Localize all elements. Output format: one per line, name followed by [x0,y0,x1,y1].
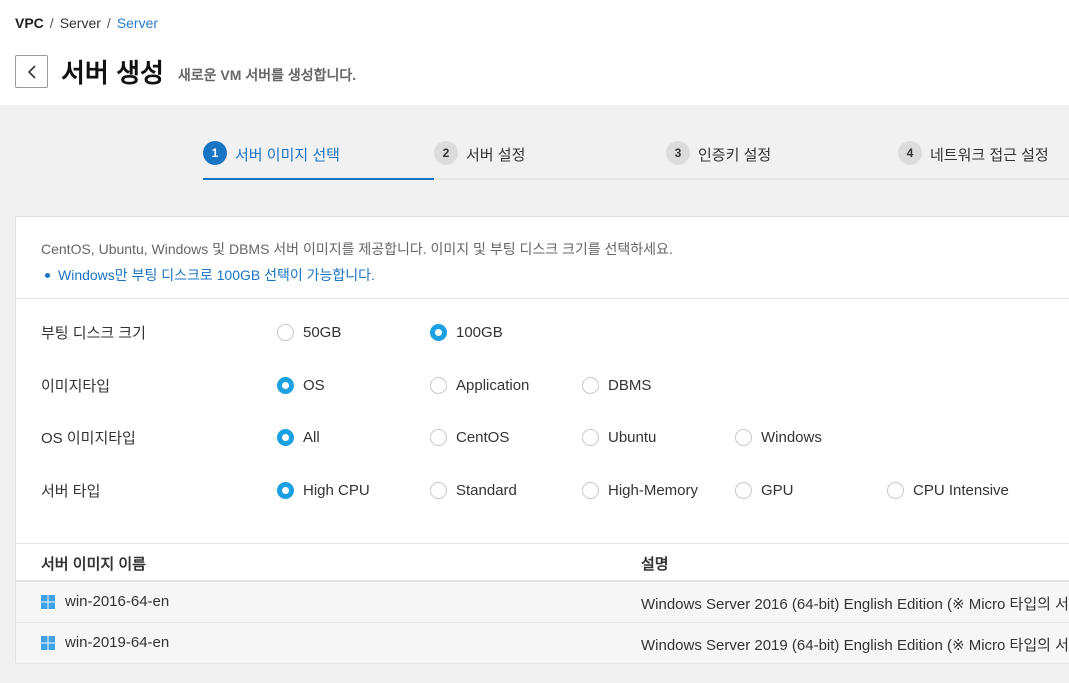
radio-circle[interactable] [277,428,294,446]
table-row[interactable]: win-2016-64-en Windows Server 2016 (64-b… [16,582,1069,623]
radio-high-memory[interactable]: High-Memory [582,481,699,499]
page-subtitle: 새로운 VM 서버를 생성합니다. [177,66,357,83]
radio-application[interactable]: Application [430,376,530,394]
radio-label: Standard [456,481,517,499]
radio-circle[interactable] [430,323,447,341]
server-type-label: 서버 타입 [41,482,101,500]
step-number: 2 [434,141,458,165]
radio-circle[interactable] [735,428,752,446]
windows-icon [41,635,55,650]
breadcrumb-separator: / [106,15,111,31]
radio-centos[interactable]: CentOS [430,428,510,446]
step-server-settings[interactable]: 2 서버 설정 [434,138,666,178]
boot-disk-label: 부팅 디스크 크기 [41,324,146,342]
breadcrumb: VPC / Server / Server [15,15,158,31]
radio-circle[interactable] [582,481,599,499]
breadcrumb-separator: / [49,15,54,31]
radio-100gb[interactable]: 100GB [430,323,503,341]
radio-ubuntu[interactable]: Ubuntu [582,428,657,446]
step-label: 서버 이미지 선택 [235,147,340,164]
radio-label: CentOS [456,428,510,446]
radio-standard[interactable]: Standard [430,481,517,499]
radio-label: Application [456,376,530,394]
server-image-table: 서버 이미지 이름 설명 win-2016-64-en Windows Serv… [16,543,1069,664]
radio-label: High-Memory [608,481,699,499]
radio-label: All [303,428,320,446]
breadcrumb-vpc[interactable]: VPC [15,15,44,31]
info-description: CentOS, Ubuntu, Windows 및 DBMS 서버 이미지를 제… [41,241,673,257]
radio-circle[interactable] [582,428,599,446]
page-title: 서버 생성 [61,58,164,88]
radio-circle[interactable] [430,481,447,499]
os-image-type-label: OS 이미지타입 [41,429,136,447]
info-note: Windows만 부팅 디스크로 100GB 선택이 가능합니다. [41,265,1069,285]
step-number: 3 [666,141,690,165]
radio-windows[interactable]: Windows [735,428,822,446]
radio-high-cpu[interactable]: High CPU [277,481,370,499]
info-note-text: Windows만 부팅 디스크로 100GB 선택이 가능합니다. [58,267,375,283]
table-header: 서버 이미지 이름 설명 [16,543,1069,582]
breadcrumb-server[interactable]: Server [60,15,101,31]
radio-circle[interactable] [582,376,599,394]
server-image-panel: CentOS, Ubuntu, Windows 및 DBMS 서버 이미지를 제… [15,216,1069,664]
radio-label: DBMS [608,376,652,394]
radio-os[interactable]: OS [277,376,325,394]
radio-circle[interactable] [430,428,447,446]
step-number: 1 [203,141,227,165]
radio-label: 50GB [303,323,342,341]
radio-label: 100GB [456,323,503,341]
radio-label: High CPU [303,481,370,499]
table-row[interactable]: win-2019-64-en Windows Server 2019 (64-b… [16,623,1069,664]
step-label: 네트워크 접근 설정 [930,147,1049,164]
radio-cpu-intensive[interactable]: CPU Intensive [887,481,1009,499]
step-auth-key[interactable]: 3 인증키 설정 [666,138,898,178]
radio-label: OS [303,376,325,394]
radio-label: Ubuntu [608,428,657,446]
radio-dbms[interactable]: DBMS [582,376,652,394]
image-name: win-2019-64-en [65,634,170,651]
step-network-access[interactable]: 4 네트워크 접근 설정 [898,138,1069,178]
radio-gpu[interactable]: GPU [735,481,794,499]
radio-circle[interactable] [430,376,447,394]
back-button[interactable] [15,55,48,88]
radio-circle[interactable] [887,481,904,499]
radio-all[interactable]: All [277,428,320,446]
bullet-icon [45,272,50,278]
step-label: 인증키 설정 [698,147,772,164]
radio-circle[interactable] [735,481,752,499]
image-description: Windows Server 2019 (64-bit) English Edi… [641,637,1069,654]
breadcrumb-current[interactable]: Server [117,15,158,31]
radio-50gb[interactable]: 50GB [277,323,342,341]
step-label: 서버 설정 [466,147,526,164]
image-type-label: 이미지타입 [41,377,111,395]
image-name-cell: win-2019-64-en [41,634,169,651]
image-description: Windows Server 2016 (64-bit) English Edi… [641,596,1069,613]
radio-circle[interactable] [277,376,294,394]
radio-label: GPU [761,481,794,499]
radio-circle[interactable] [277,481,294,499]
info-box: CentOS, Ubuntu, Windows 및 DBMS 서버 이미지를 제… [16,217,1069,299]
step-server-image[interactable]: 1 서버 이미지 선택 [203,138,434,180]
page-header: 서버 생성 새로운 VM 서버를 생성합니다. [15,53,356,90]
radio-circle[interactable] [277,323,294,341]
image-name: win-2016-64-en [65,593,170,610]
column-header-description: 설명 [641,556,669,573]
column-header-name: 서버 이미지 이름 [41,556,146,573]
radio-label: Windows [761,428,822,446]
image-name-cell: win-2016-64-en [41,593,169,610]
step-number: 4 [898,141,922,165]
chevron-left-icon [27,64,36,79]
windows-icon [41,594,55,609]
step-tabs: 1 서버 이미지 선택 2 서버 설정 3 인증키 설정 4 네트워크 접근 설… [203,138,1069,180]
radio-label: CPU Intensive [913,481,1009,499]
